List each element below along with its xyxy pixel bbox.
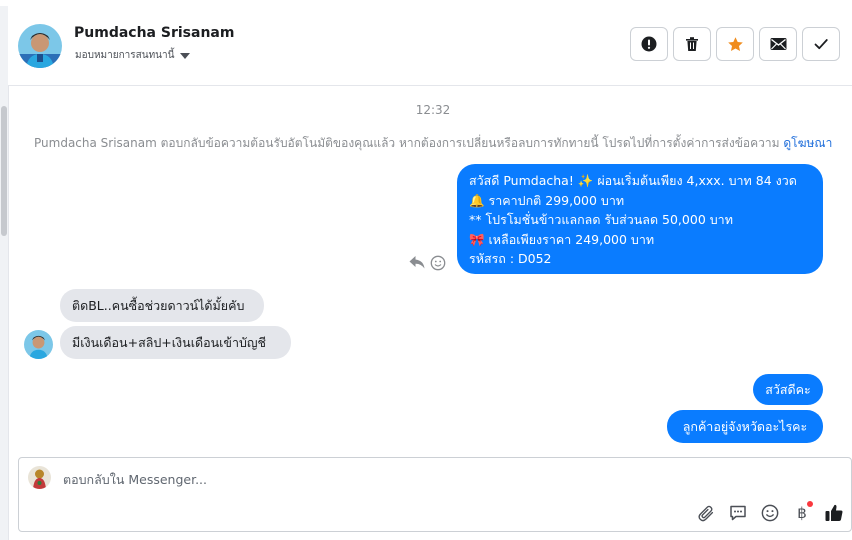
- contact-name[interactable]: Pumdacha Srisanam: [74, 25, 234, 41]
- message-line: 🔔 ราคาปกติ 299,000 บาท: [469, 192, 625, 208]
- like-button[interactable]: [823, 502, 845, 524]
- scrollbar-thumb[interactable]: [1, 106, 7, 236]
- message-timestamp: 12:32: [415, 103, 451, 117]
- delete-button[interactable]: [673, 27, 711, 61]
- envelope-icon: [770, 38, 786, 50]
- emoji-icon: [761, 504, 779, 522]
- contact-avatar[interactable]: [18, 24, 62, 68]
- react-emoji-icon[interactable]: [430, 255, 446, 271]
- outgoing-message[interactable]: สวัสดีคะ: [753, 374, 823, 405]
- message-line: รหัสรถ : D052: [469, 251, 552, 267]
- mark-unread-button[interactable]: [759, 27, 797, 61]
- message-composer: ฿: [18, 457, 852, 532]
- checkmark-icon: [814, 39, 828, 50]
- page-avatar: [28, 466, 51, 489]
- star-button[interactable]: [716, 27, 754, 61]
- notification-dot: [807, 501, 813, 507]
- view-ad-link[interactable]: ดูโฆษณา: [783, 136, 832, 150]
- paperclip-icon: [698, 505, 714, 522]
- mark-spam-button[interactable]: [630, 27, 668, 61]
- message-line: สวัสดี Pumdacha! ✨ ผ่อนเริ่มต้นเพียง 4,x…: [469, 173, 797, 188]
- outgoing-message[interactable]: ลูกค้าอยู่จังหวัดอะไรคะ: [667, 410, 823, 443]
- baht-icon: ฿: [797, 504, 807, 522]
- header-actions: [630, 27, 840, 61]
- reply-icon[interactable]: [408, 254, 426, 270]
- alert-icon: [641, 36, 657, 52]
- payment-button[interactable]: ฿: [791, 501, 813, 524]
- assign-label: มอบหมายการสนทนานี้: [75, 50, 175, 61]
- contact-avatar-small: [24, 330, 53, 359]
- thumbs-up-icon: [825, 504, 843, 521]
- message-line: ** โปรโมชั่นข้าวแลกลด รับส่วนลด 50,000 บ…: [469, 212, 733, 228]
- conversation-header: Pumdacha Srisanam มอบหมายการสนทนานี้: [8, 6, 852, 86]
- trash-icon: [686, 37, 698, 51]
- assign-conversation-dropdown[interactable]: มอบหมายการสนทนานี้: [75, 48, 191, 63]
- outgoing-greeting-message[interactable]: สวัสดี Pumdacha! ✨ ผ่อนเริ่มต้นเพียง 4,x…: [457, 164, 823, 274]
- left-scrollbar[interactable]: [0, 6, 8, 540]
- incoming-message[interactable]: มีเงินเดือน+สลิป+เงินเดือนเข้าบัญชี: [60, 326, 291, 359]
- incoming-message[interactable]: ติดBL..คนซื้อช่วยดาวน์ได้มั้ยคับ: [60, 289, 264, 322]
- message-input[interactable]: [63, 472, 763, 487]
- composer-tools: ฿: [695, 501, 845, 524]
- mark-done-button[interactable]: [802, 27, 840, 61]
- attach-button[interactable]: [695, 502, 717, 524]
- emoji-button[interactable]: [759, 502, 781, 524]
- saved-reply-button[interactable]: [727, 502, 749, 524]
- chat-bubble-icon: [730, 505, 746, 521]
- notice-text: Pumdacha Srisanam ตอบกลับข้อความต้อนรับอ…: [34, 136, 784, 150]
- star-icon: [727, 36, 743, 51]
- chevron-down-icon: [180, 52, 191, 59]
- auto-reply-notice: Pumdacha Srisanam ตอบกลับข้อความต้อนรับอ…: [34, 134, 832, 153]
- message-line: 🎀 เหลือเพียงราคา 249,000 บาท: [469, 231, 655, 247]
